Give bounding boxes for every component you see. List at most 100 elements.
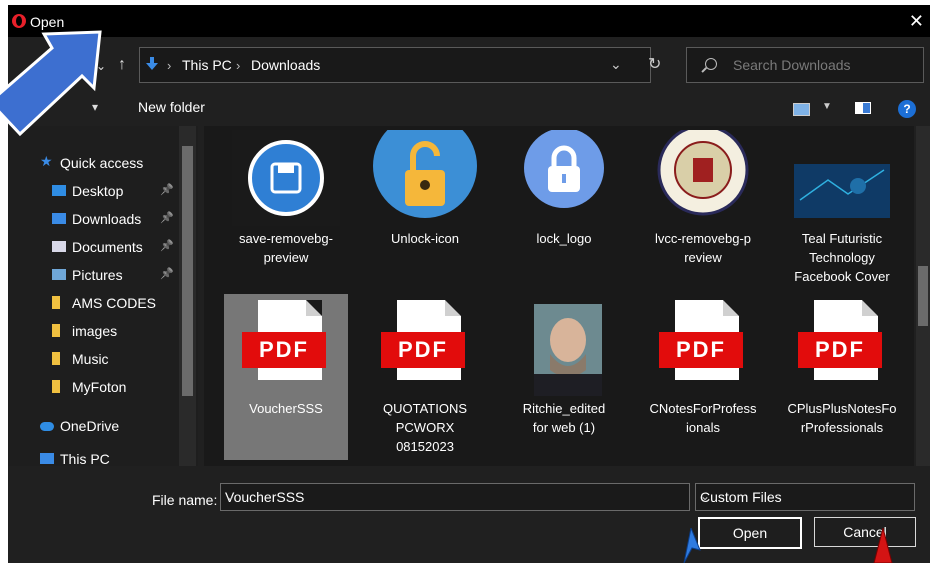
folder-icon xyxy=(52,380,60,393)
change-view-icon[interactable] xyxy=(793,103,810,116)
address-dropdown-icon[interactable]: ⌄ xyxy=(610,56,622,73)
file-name-line: Technology xyxy=(809,250,875,265)
file-type-dropdown-icon[interactable]: ⌄ xyxy=(700,489,710,503)
file-tile[interactable]: PDF QUOTATIONS PCWORX 08152023 xyxy=(363,294,487,460)
file-name-label: File name: xyxy=(152,492,218,508)
folder-icon xyxy=(52,352,60,365)
sidebar-item[interactable]: Documents 📌 xyxy=(8,234,178,260)
sidebar-item[interactable]: Downloads 📌 xyxy=(8,206,178,232)
open-file-dialog: Open ✕ → ⌄ ↑ › This PC › Downloads ⌄ ↻ S… xyxy=(8,5,930,563)
close-icon[interactable]: ✕ xyxy=(909,11,924,32)
sidebar-scrollbar[interactable] xyxy=(179,126,196,466)
red-cursor-icon xyxy=(873,528,893,563)
pictures-icon xyxy=(52,269,66,280)
file-name-input[interactable]: VoucherSSS ⌄ xyxy=(220,483,690,511)
pin-icon: 📌 xyxy=(160,184,174,196)
help-icon[interactable]: ? xyxy=(898,100,916,118)
file-type-select[interactable]: Custom Files ⌄ xyxy=(695,483,915,511)
file-view: save-removebg-preview Unlock-icon lock_log… xyxy=(204,126,914,466)
sidebar-item[interactable]: AMS CODES xyxy=(8,290,178,316)
pdf-file-icon: PDF xyxy=(788,300,896,396)
file-tile[interactable]: Ritchie_edited for web (1) xyxy=(502,294,626,460)
pin-icon: 📌 xyxy=(160,268,174,280)
breadcrumb-downloads[interactable]: Downloads xyxy=(251,57,320,73)
new-folder-button[interactable]: New folder xyxy=(138,99,205,115)
blue-cursor-icon xyxy=(683,528,701,563)
file-name-label: lock_logo xyxy=(502,229,626,248)
preview-pane-icon[interactable] xyxy=(855,102,871,114)
file-name-label: QUOTATIONS PCWORX 08152023 xyxy=(363,399,487,456)
sidebar-item-label: OneDrive xyxy=(60,418,120,434)
sidebar-item[interactable]: Desktop 📌 xyxy=(8,178,178,204)
sidebar-item[interactable]: Music xyxy=(8,346,178,372)
file-name-line: Teal Futuristic xyxy=(801,231,883,246)
toolbar: ▾ New folder ▼ ? xyxy=(8,94,930,122)
file-name-label: VoucherSSS xyxy=(224,399,348,418)
file-name-line: ionals xyxy=(686,420,720,435)
file-name-label: Teal Futuristic Technology Facebook Cover xyxy=(780,229,904,286)
search-placeholder: Search Downloads xyxy=(733,57,851,73)
open-button[interactable]: Open xyxy=(698,517,802,549)
sidebar-item[interactable]: Pictures 📌 xyxy=(8,262,178,288)
file-name-line: CNotesForProfess xyxy=(649,401,757,416)
up-arrow-icon[interactable]: ↑ xyxy=(118,56,126,74)
file-name-line: save-removebg- xyxy=(239,231,333,246)
file-name-label: Unlock-icon xyxy=(363,229,487,248)
file-name-line: rProfessionals xyxy=(800,420,884,435)
breadcrumb-chevron-icon: › xyxy=(236,58,241,73)
file-tile[interactable]: PDF CNotesForProfess ionals xyxy=(641,294,765,460)
file-name-line: lock_logo xyxy=(536,231,592,246)
sidebar-item-label: images xyxy=(72,323,118,339)
cancel-button[interactable]: Cancel xyxy=(814,517,916,547)
breadcrumb-chevron-icon: › xyxy=(167,58,172,73)
lock-logo-thumbnail-icon xyxy=(510,128,618,226)
file-tile[interactable]: save-removebg-preview xyxy=(224,126,348,284)
file-name-dropdown-icon[interactable]: ⌄ xyxy=(225,489,235,503)
file-name-line: review xyxy=(684,250,722,265)
window-title: Open xyxy=(30,14,65,30)
file-name-line: Facebook Cover xyxy=(794,269,890,284)
refresh-icon[interactable]: ↻ xyxy=(648,54,661,74)
sidebar-item[interactable]: MyFoton xyxy=(8,374,178,400)
pc-icon xyxy=(40,453,54,464)
sidebar-item[interactable]: OneDrive xyxy=(8,413,178,439)
pdf-badge: PDF xyxy=(659,332,743,368)
unlock-padlock-thumbnail-icon xyxy=(371,126,479,226)
file-name-line: 08152023 xyxy=(396,439,454,454)
address-bar[interactable]: › This PC › Downloads ⌄ xyxy=(139,47,651,83)
file-name-line: CPlusPlusNotesFo xyxy=(787,401,897,416)
folder-icon xyxy=(52,324,60,337)
file-tile[interactable]: lvcc-removebg-p review xyxy=(641,126,765,284)
file-tile[interactable]: PDF VoucherSSS xyxy=(224,294,348,460)
file-tile[interactable]: lock_logo xyxy=(502,126,626,284)
sidebar-item[interactable]: This PC xyxy=(8,446,178,466)
navigation-pane: ★ Quick access Desktop 📌 Downloads 📌 Documents… xyxy=(8,126,198,466)
sidebar-item-label: Documents xyxy=(72,239,143,255)
pdf-file-icon: PDF xyxy=(232,300,340,396)
sidebar-item-label: This PC xyxy=(60,451,110,466)
download-icon xyxy=(52,213,66,224)
search-box[interactable]: Search Downloads xyxy=(686,47,924,83)
file-view-scrollbar[interactable] xyxy=(916,126,930,466)
file-name-label: CPlusPlusNotesFo rProfessionals xyxy=(780,399,904,437)
file-view-scroll-thumb[interactable] xyxy=(918,266,928,326)
view-dropdown-icon[interactable]: ▼ xyxy=(822,101,832,112)
sidebar-item[interactable]: images xyxy=(8,318,178,344)
sidebar-item-label: Music xyxy=(72,351,109,367)
documents-icon xyxy=(52,241,66,252)
file-tile[interactable]: Unlock-icon xyxy=(363,126,487,284)
file-name-label: CNotesForProfess ionals xyxy=(641,399,765,437)
file-name-line: lvcc-removebg-p xyxy=(654,231,752,246)
breadcrumb-this-pc[interactable]: This PC xyxy=(182,57,232,73)
file-name-label: lvcc-removebg-p review xyxy=(641,229,765,267)
file-tile[interactable]: Teal Futuristic Technology Facebook Cover xyxy=(780,126,904,284)
portrait-photo-thumbnail-icon xyxy=(510,300,618,396)
file-tile[interactable]: PDF CPlusPlusNotesFo rProfessionals xyxy=(780,294,904,460)
desktop-icon xyxy=(52,185,66,196)
sidebar-scroll-thumb[interactable] xyxy=(182,146,193,396)
title-bar: Open ✕ xyxy=(8,5,930,37)
file-name-line: QUOTATIONS xyxy=(382,401,468,416)
file-name-line: Ritchie_edited xyxy=(522,401,606,416)
file-name-line: PCWORX xyxy=(395,420,455,435)
file-name-label: Ritchie_edited for web (1) xyxy=(502,399,626,437)
